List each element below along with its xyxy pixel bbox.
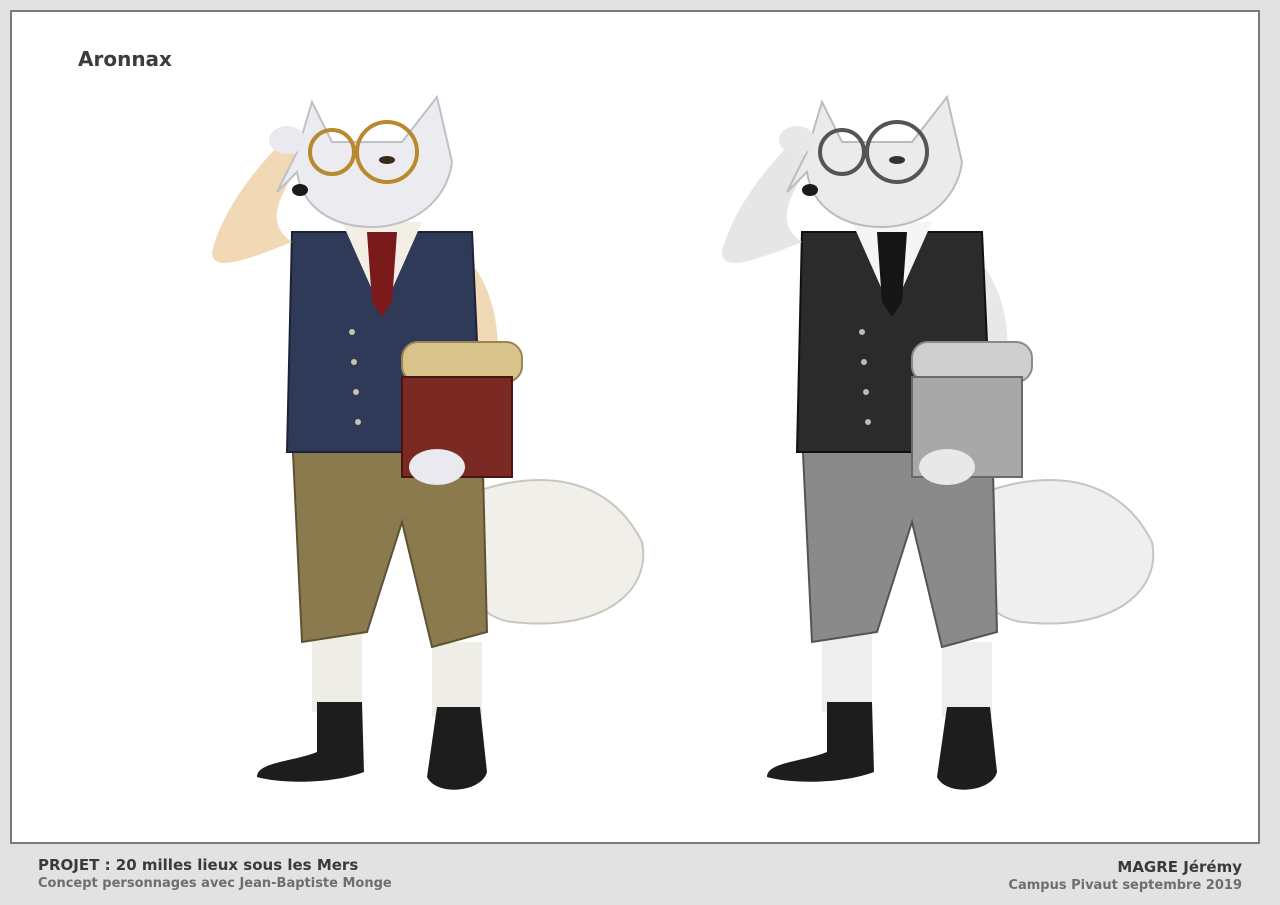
right-sock xyxy=(942,642,992,717)
paw-adjusting-glasses xyxy=(779,126,815,154)
left-sock xyxy=(312,632,362,712)
paw-holding-book xyxy=(919,449,975,485)
paw-holding-book xyxy=(409,449,465,485)
right-boot xyxy=(427,707,487,790)
paw-adjusting-glasses xyxy=(269,126,305,154)
left-arm xyxy=(212,142,302,263)
right-boot xyxy=(937,707,997,790)
character-illustration-color xyxy=(212,94,645,790)
right-sock xyxy=(432,642,482,717)
character-title: Aronnax xyxy=(78,47,172,71)
left-boot xyxy=(257,702,364,782)
nose xyxy=(292,184,308,196)
left-sock xyxy=(822,632,872,712)
left-arm xyxy=(722,142,812,263)
nose xyxy=(802,184,818,196)
head xyxy=(276,94,454,229)
project-title: PROJET : 20 milles lieux sous les Mers xyxy=(38,856,359,874)
left-boot xyxy=(767,702,874,782)
footer-author-info: MAGRE Jérémy Campus Pivaut septembre 201… xyxy=(1008,858,1242,894)
author-name: MAGRE Jérémy xyxy=(1117,858,1242,876)
head xyxy=(786,94,964,229)
character-illustration-grayscale xyxy=(722,94,1155,790)
concept-sheet: Aronnax xyxy=(10,10,1260,844)
footer-project-info: PROJET : 20 milles lieux sous les Mers C… xyxy=(38,856,392,892)
school-date: Campus Pivaut septembre 2019 xyxy=(1008,878,1242,893)
project-subtitle: Concept personnages avec Jean-Baptiste M… xyxy=(38,876,392,891)
